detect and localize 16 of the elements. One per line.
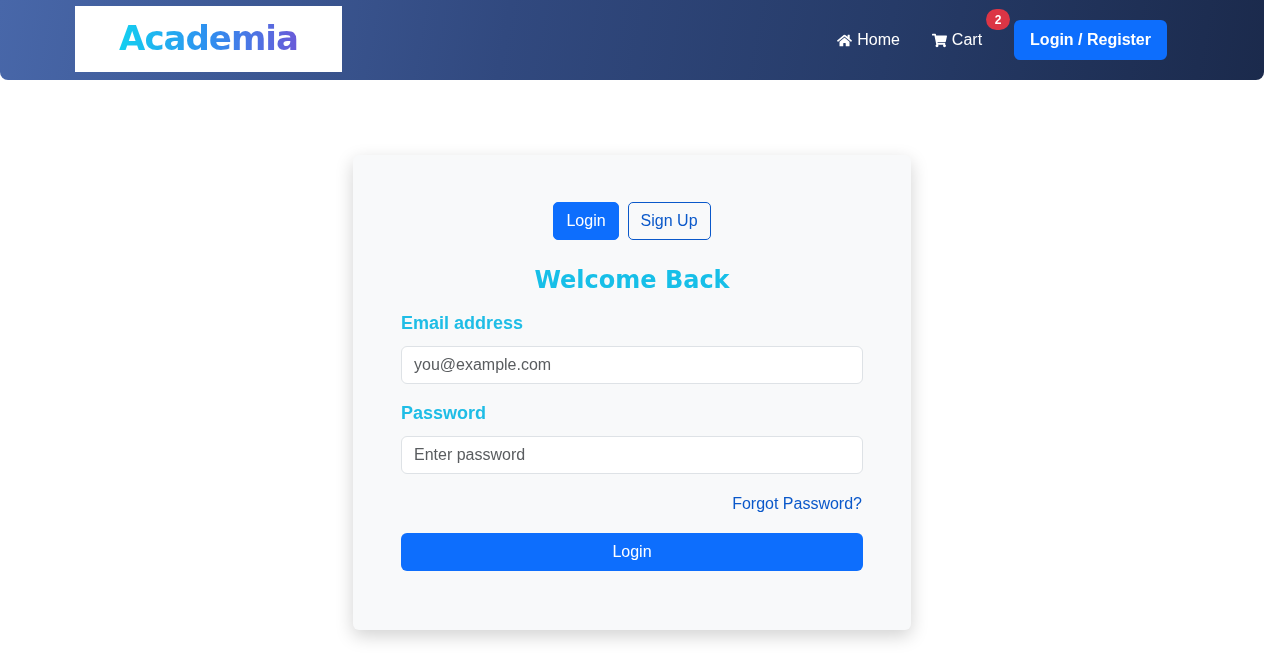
field-label: Password	[401, 402, 487, 425]
logo[interactable]: Academia	[75, 6, 342, 72]
forgot-password-link[interactable]: Forgot Password?	[732, 494, 862, 514]
login-register-button[interactable]: Login / Register	[1014, 20, 1167, 60]
tab[interactable]: Login	[553, 202, 619, 240]
count-badge: 2	[986, 9, 1011, 30]
nav-link[interactable]: Home	[837, 31, 900, 49]
submit-button[interactable]: Login	[401, 533, 863, 571]
home-icon	[837, 32, 853, 48]
input-field[interactable]: Enter password	[401, 436, 863, 474]
field-label: Email address	[401, 312, 524, 335]
form-title: Welcome Back	[533, 265, 731, 296]
tab[interactable]: Sign Up	[627, 202, 711, 240]
input-field[interactable]: you@example.com	[401, 346, 863, 384]
nav-link[interactable]: Cart	[931, 31, 983, 49]
cart-icon	[931, 32, 947, 48]
